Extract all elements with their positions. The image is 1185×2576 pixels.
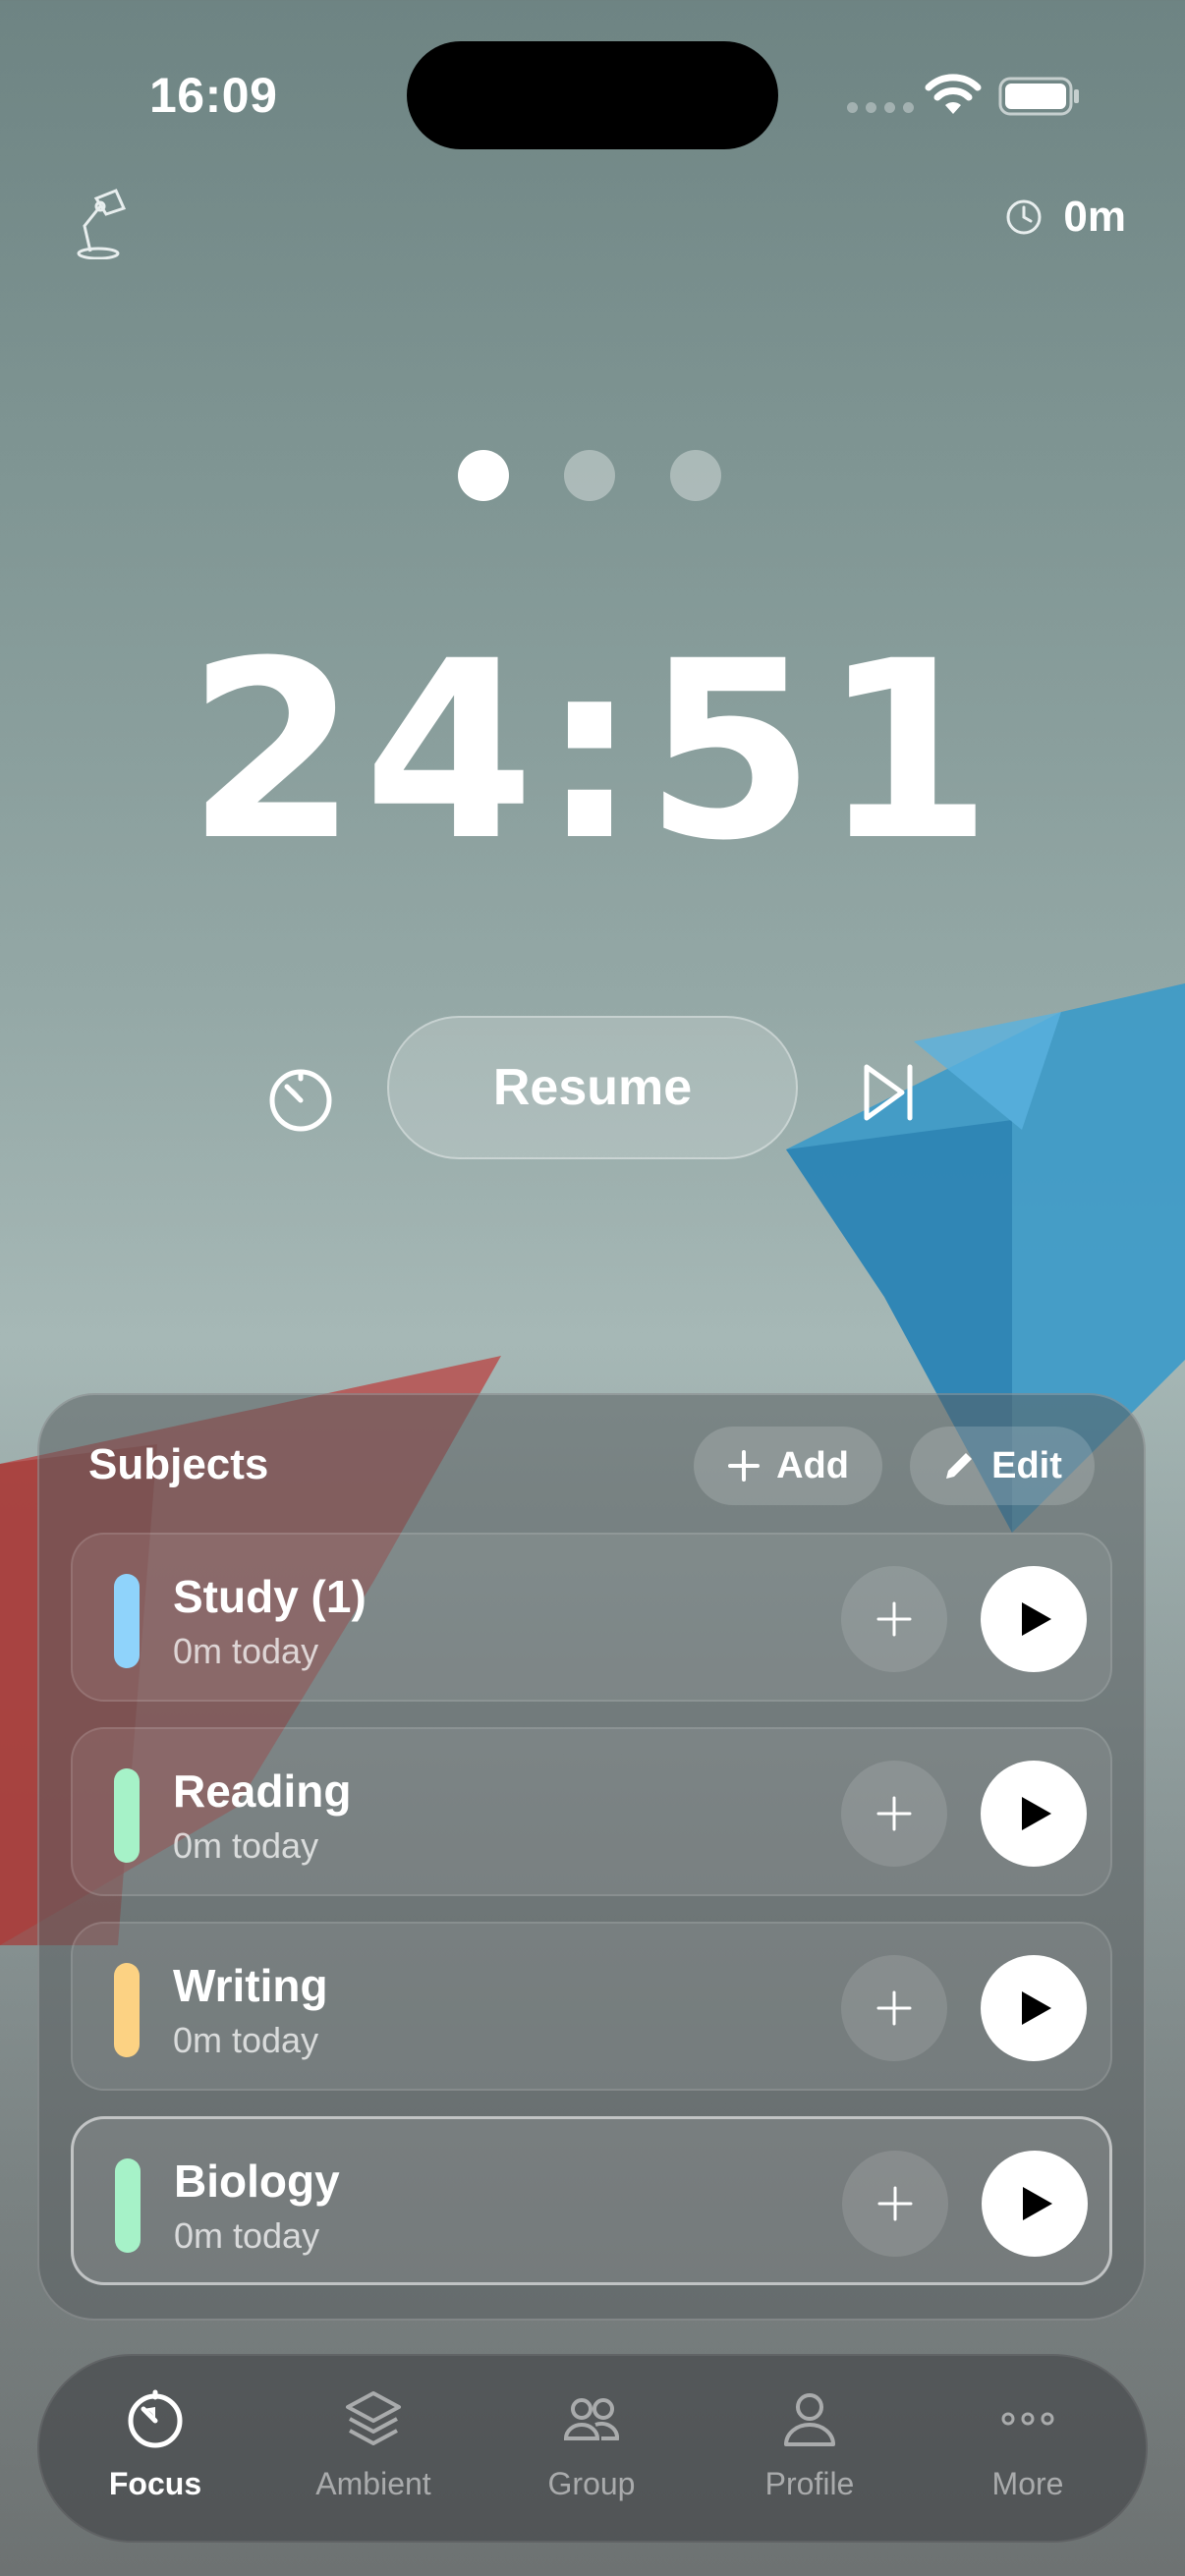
page-dot-1[interactable]: [458, 450, 509, 501]
subject-time-today: 0m today: [174, 2215, 320, 2256]
add-time-button[interactable]: [841, 1761, 947, 1867]
tab-focus[interactable]: Focus: [67, 2387, 244, 2502]
desk-lamp-icon[interactable]: [71, 183, 128, 259]
countdown-timer: 24:51: [187, 608, 998, 894]
tab-label: Profile: [764, 2466, 855, 2501]
skip-forward-icon[interactable]: [861, 1061, 918, 1124]
group-icon: [563, 2398, 620, 2440]
subject-row-selected[interactable]: Biology 0m today: [71, 2116, 1112, 2285]
subject-time-today: 0m today: [173, 1825, 319, 1866]
play-icon: [1022, 1991, 1051, 2025]
subject-name: Reading: [173, 1765, 352, 1817]
more-icon: [1001, 2412, 1054, 2426]
subject-name: Writing: [173, 1960, 328, 2011]
tab-profile[interactable]: Profile: [721, 2387, 898, 2502]
add-time-button[interactable]: [841, 1955, 947, 2061]
subject-time-today: 0m today: [173, 2020, 319, 2060]
subject-color-bar: [114, 1963, 140, 2057]
plus-icon: [728, 1450, 761, 1482]
page-dot-3[interactable]: [670, 450, 721, 501]
person-icon: [784, 2393, 835, 2446]
start-subject-button[interactable]: [982, 2151, 1088, 2257]
subject-color-bar: [114, 1768, 140, 1863]
page-indicator[interactable]: [458, 450, 721, 501]
play-icon: [1022, 1602, 1051, 1636]
subject-color-bar: [114, 1574, 140, 1668]
tab-label: Group: [547, 2466, 636, 2501]
tab-label: More: [991, 2466, 1064, 2501]
tab-more[interactable]: More: [939, 2387, 1116, 2502]
focus-timer-icon: [128, 2389, 183, 2448]
tab-group[interactable]: Group: [503, 2387, 680, 2502]
plus-icon: [876, 1990, 912, 2026]
clock-icon: [1006, 199, 1042, 235]
start-subject-button[interactable]: [981, 1761, 1087, 1867]
subject-row[interactable]: Reading 0m today: [71, 1727, 1112, 1896]
edit-label: Edit: [991, 1444, 1062, 1486]
start-subject-button[interactable]: [981, 1566, 1087, 1672]
layers-icon: [346, 2391, 401, 2445]
pencil-icon: [946, 1453, 973, 1479]
subject-row[interactable]: Writing 0m today: [71, 1922, 1112, 2091]
timer-icon[interactable]: [265, 1063, 336, 1134]
status-time: 16:09: [149, 68, 278, 123]
tab-label: Focus: [108, 2466, 202, 2501]
add-subject-button[interactable]: Add: [694, 1427, 882, 1505]
dynamic-island: [407, 41, 778, 149]
subjects-title: Subjects: [88, 1440, 269, 1488]
tab-label: Ambient: [315, 2466, 431, 2501]
page-dot-2[interactable]: [564, 450, 615, 501]
resume-button[interactable]: Resume: [387, 1016, 798, 1159]
play-icon: [1022, 1797, 1051, 1830]
plus-icon: [877, 2186, 913, 2221]
total-time-value: 0m: [1063, 193, 1126, 241]
plus-icon: [876, 1601, 912, 1637]
play-icon: [1023, 2187, 1052, 2220]
subject-time-today: 0m today: [173, 1631, 319, 1671]
add-label: Add: [776, 1444, 849, 1486]
add-time-button[interactable]: [842, 2151, 948, 2257]
plus-icon: [876, 1796, 912, 1831]
subject-row[interactable]: Study (1) 0m today: [71, 1533, 1112, 1702]
battery-icon: [998, 77, 1079, 116]
edit-subjects-button[interactable]: Edit: [910, 1427, 1095, 1505]
subject-name: Study (1): [173, 1571, 367, 1622]
tab-ambient[interactable]: Ambient: [285, 2387, 462, 2502]
subject-name: Biology: [174, 2156, 340, 2207]
wifi-icon: [925, 74, 982, 114]
total-focus-time[interactable]: 0m: [1004, 193, 1126, 242]
add-time-button[interactable]: [841, 1566, 947, 1672]
cellular-signal-icon: [847, 102, 914, 113]
subject-color-bar: [115, 2158, 141, 2253]
start-subject-button[interactable]: [981, 1955, 1087, 2061]
